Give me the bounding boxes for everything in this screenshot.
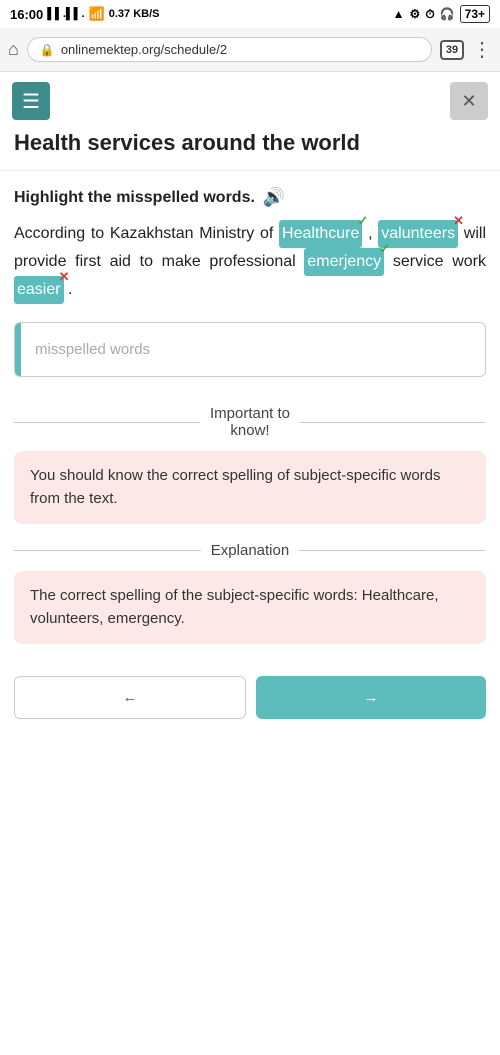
badge-easier: ✕: [59, 266, 70, 289]
url-bar[interactable]: 🔒 onlinemektep.org/schedule/2: [27, 37, 432, 62]
badge-valunteers: ✕: [453, 210, 464, 233]
next-icon: →: [364, 689, 379, 706]
word-valunteers[interactable]: valunteers ✕: [378, 220, 458, 248]
bottom-buttons: ← →: [0, 662, 500, 729]
tab-count[interactable]: 39: [440, 40, 464, 60]
close-icon: ✕: [461, 91, 476, 112]
browser-bar: ⌂ 🔒 onlinemektep.org/schedule/2 39 ⋮: [0, 28, 500, 72]
word-healthcure[interactable]: Healthcure ✓: [279, 220, 362, 248]
alarm-icon: ▲: [393, 7, 405, 21]
signal-icon: ▌▌.▌▌.: [47, 8, 84, 20]
page-toolbar: ☰ ✕: [0, 72, 500, 120]
badge-emerjency: ✓: [379, 238, 390, 261]
info-box-explanation: The correct spelling of the subject-spec…: [14, 571, 486, 644]
divider-line-left-explanation: [14, 550, 201, 551]
page-title: Health services around the world: [0, 120, 500, 171]
passage-mid3: service work: [393, 253, 486, 270]
word-emerjency[interactable]: emerjency ✓: [304, 248, 384, 276]
menu-dots-icon[interactable]: ⋮: [472, 37, 492, 62]
home-button[interactable]: ⌂: [8, 39, 19, 60]
headphone-icon: 🎧: [440, 7, 455, 21]
divider-important: Important toknow!: [14, 405, 486, 439]
word-easier[interactable]: easier ✕: [14, 276, 64, 304]
passage-comma: ,: [368, 225, 378, 242]
close-button[interactable]: ✕: [450, 82, 488, 120]
divider-label-important: Important toknow!: [210, 405, 290, 439]
battery-label: 73+: [460, 5, 490, 23]
divider-line-right-important: [300, 422, 486, 423]
passage: According to Kazakhstan Ministry of Heal…: [14, 220, 486, 304]
divider-label-explanation: Explanation: [211, 542, 289, 559]
hamburger-icon: ☰: [22, 89, 40, 114]
url-text: onlinemektep.org/schedule/2: [61, 42, 227, 57]
wifi-speed: 0.37 KB/S: [109, 8, 160, 20]
page-content: ☰ ✕ Health services around the world Hig…: [0, 72, 500, 729]
badge-healthcure: ✓: [358, 210, 369, 233]
section-label-text: Highlight the misspelled words.: [14, 189, 255, 207]
divider-explanation: Explanation: [14, 542, 486, 559]
misspelled-input-area[interactable]: misspelled words: [14, 322, 486, 377]
clock-icon: ⏱: [425, 7, 434, 22]
status-right: ▲ ⚙ ⏱ 🎧 73+: [393, 5, 490, 23]
divider-line-left-important: [14, 422, 200, 423]
lock-icon: 🔒: [40, 43, 55, 57]
divider-line-right-explanation: [299, 550, 486, 551]
info-box-important: You should know the correct spelling of …: [14, 451, 486, 524]
back-button[interactable]: ←: [14, 676, 246, 719]
main-content: Highlight the misspelled words. 🔊 Accord…: [0, 187, 500, 644]
next-button[interactable]: →: [256, 676, 486, 719]
speaker-icon[interactable]: 🔊: [263, 187, 285, 208]
status-left: 16:00 ▌▌.▌▌. 📶 0.37 KB/S: [10, 6, 159, 22]
time-label: 16:00: [10, 7, 43, 22]
back-icon: ←: [123, 689, 138, 706]
section-label: Highlight the misspelled words. 🔊: [14, 187, 486, 208]
status-bar: 16:00 ▌▌.▌▌. 📶 0.37 KB/S ▲ ⚙ ⏱ 🎧 73+: [0, 0, 500, 28]
passage-text-pre1: According to Kazakhstan Ministry of: [14, 225, 279, 242]
settings-icon: ⚙: [410, 7, 421, 21]
input-placeholder[interactable]: misspelled words: [21, 323, 485, 376]
wifi-icon: 📶: [89, 6, 105, 22]
hamburger-button[interactable]: ☰: [12, 82, 50, 120]
